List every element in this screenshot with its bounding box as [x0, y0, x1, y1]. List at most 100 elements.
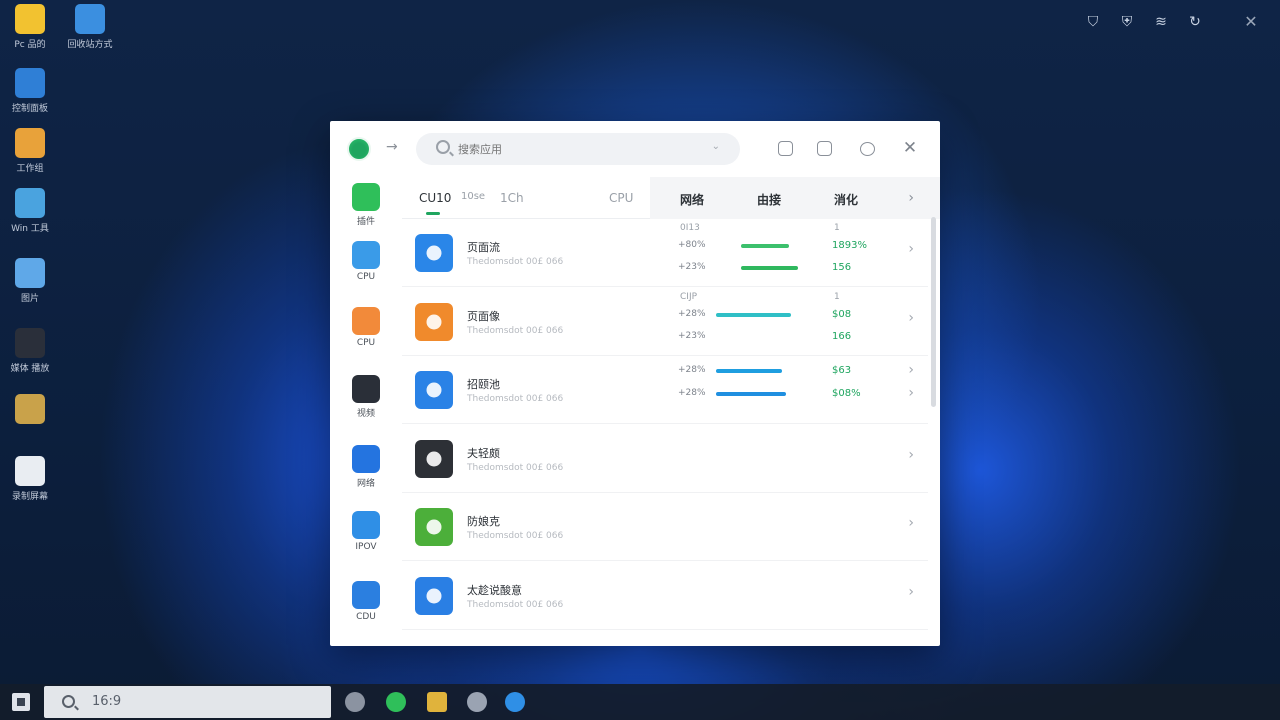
back-arrow-icon[interactable]: → — [386, 139, 398, 155]
clock-icon[interactable] — [467, 692, 487, 712]
chevron-right-icon[interactable]: › — [908, 190, 914, 206]
tab-cpu[interactable]: CPU — [609, 191, 633, 205]
desktop-icon[interactable]: Win 工具 — [0, 188, 60, 234]
stat-header-count: 1 — [834, 223, 840, 233]
sidebar-item-label: CDU — [356, 612, 376, 622]
browser-icon[interactable] — [505, 692, 525, 712]
stat-value: $08 — [832, 308, 852, 320]
chevron-right-icon[interactable]: › — [908, 310, 914, 326]
app-glyph-icon — [426, 451, 442, 466]
photos-icon[interactable] — [427, 692, 447, 712]
app-name: 页面流 — [467, 241, 500, 254]
start-button[interactable] — [12, 693, 30, 711]
column-network[interactable]: 网络 — [680, 191, 704, 208]
sidebar-item[interactable]: IPOV — [346, 511, 386, 552]
sidebar-item[interactable]: 视频 — [346, 375, 386, 419]
car-icon — [352, 445, 380, 473]
column-connect[interactable]: 由接 — [757, 191, 781, 208]
desktop-app-icon — [15, 4, 45, 34]
app-name: 太趁说酸意 — [467, 583, 522, 597]
search-icon — [436, 140, 450, 154]
desktop-icon[interactable]: 回收站方式 — [60, 4, 120, 50]
chevron-right-icon[interactable]: › — [908, 515, 914, 531]
app-subtitle: Thedomsdot 00£ 066 — [467, 599, 564, 610]
shield-check-icon[interactable]: ⛨ — [1118, 14, 1136, 30]
stat-percent: +28% — [678, 308, 706, 319]
sidebar-item[interactable]: 插件 — [346, 183, 386, 227]
desktop-app-icon — [15, 258, 45, 288]
app-icon — [415, 234, 453, 272]
stat-value: 156 — [832, 262, 852, 273]
chevron-right-icon[interactable]: › — [908, 584, 914, 600]
stat-header-label: CIJP — [680, 291, 698, 302]
close-icon[interactable]: ✕ — [1242, 12, 1260, 31]
stat-percent: +23% — [678, 262, 706, 272]
tab-10se[interactable]: 10se — [461, 191, 485, 202]
folder-icon — [352, 241, 380, 269]
list-item[interactable]: 招颐池 Thedomsdot 00£ 066 +28% $63 › +28% $08% › — [402, 356, 928, 424]
desktop-icon[interactable]: 控制面板 — [0, 68, 60, 114]
maximize-box-icon[interactable] — [817, 141, 832, 156]
sidebar-item[interactable]: CPU — [346, 241, 386, 282]
app-glyph-icon — [426, 245, 442, 261]
app-icon — [415, 508, 453, 546]
app-list: 页面流 Thedomsdot 00£ 066 0I13 1 +80% 1893% +23% 1… — [402, 219, 928, 646]
list-item[interactable]: 页面流 Thedomsdot 00£ 066 0I13 1 +80% 1893% +23% 1… — [402, 219, 928, 287]
desktop-app-icon — [15, 394, 45, 424]
app-icon — [415, 576, 453, 615]
stat-percent: +28% — [678, 365, 706, 375]
taskbar-search-text: 16:9 — [92, 694, 122, 709]
chevron-right-icon[interactable]: › — [908, 447, 914, 463]
desktop-icon-label: 录制屏幕 — [11, 492, 48, 502]
stat-value: 166 — [832, 330, 852, 342]
dropdown-icon[interactable]: ⌄ — [712, 141, 720, 152]
list-item[interactable]: 防娘克 Thedomsdot 00£ 066 › — [402, 493, 928, 561]
list-item[interactable]: 夫轻颇 Thedomsdot 00£ 066 › — [402, 425, 928, 493]
desktop-icon-label: 工作组 — [16, 164, 44, 174]
close-window-icon[interactable]: ✕ — [901, 139, 919, 157]
shield-icon[interactable]: ⛉ — [1084, 14, 1102, 30]
tab-1ch[interactable]: 1Ch — [500, 191, 524, 205]
title-bar: → ⌄ ✕ — [330, 121, 940, 177]
stat-percent: +23% — [678, 330, 706, 341]
sidebar-item[interactable]: CDU — [346, 581, 386, 622]
desktop-icon[interactable]: 工作组 — [0, 128, 60, 174]
chat-icon[interactable] — [860, 142, 875, 156]
minimize-box-icon[interactable] — [778, 141, 793, 156]
search-bar[interactable]: ⌄ — [416, 133, 740, 165]
app-name: 招颐池 — [467, 378, 500, 391]
desktop-icon[interactable] — [0, 394, 60, 427]
app-icon — [415, 439, 453, 478]
desktop-icon[interactable]: 录制屏幕 — [0, 456, 60, 502]
list-item[interactable]: 太趁说酸意 Thedomsdot 00£ 066 › — [402, 562, 928, 630]
sidebar-item[interactable]: CPU — [346, 307, 386, 348]
desktop-icon[interactable]: Pc 品的 — [0, 4, 60, 50]
app-name: 防娘克 — [467, 515, 500, 528]
tree-icon — [352, 183, 380, 211]
app-window: → ⌄ ✕ 插件CPUCPU视频网络IPOVCDU CU10 10se 1Ch … — [330, 121, 940, 646]
app-icon — [415, 302, 453, 341]
chevron-right-icon[interactable]: › — [908, 362, 914, 378]
chevron-right-icon[interactable]: › — [908, 241, 914, 257]
taskbar-search[interactable]: 16:9 — [44, 686, 331, 718]
wifi-icon[interactable]: ≋ — [1152, 14, 1170, 30]
list-item[interactable]: 页面像 Thedomsdot 00£ 066 CIJP 1 +28% $08 +23% 166… — [402, 288, 928, 356]
desktop-icon[interactable]: 媒体 播放 — [0, 328, 60, 374]
sync-icon[interactable]: ↻ — [1186, 14, 1204, 30]
app-name: 页面像 — [467, 309, 500, 323]
sidebar-item[interactable]: 网络 — [346, 445, 386, 489]
scrollbar[interactable] — [931, 217, 936, 407]
column-consume[interactable]: 消化 — [834, 191, 858, 208]
desktop-icon[interactable]: 图片 — [0, 258, 60, 304]
sidebar-item-label: 网络 — [356, 479, 375, 489]
wechat-icon[interactable] — [386, 692, 406, 712]
sidebar: 插件 CPU CPU 视频网络 IPOV CDU — [330, 177, 402, 646]
desktop-app-icon — [15, 188, 45, 218]
app-glyph-icon — [426, 519, 442, 535]
disc-icon — [352, 581, 380, 609]
settings-icon[interactable] — [345, 692, 365, 712]
search-input[interactable] — [458, 139, 698, 159]
chevron-right-icon[interactable]: › — [908, 385, 914, 401]
stat-value: $63 — [832, 365, 852, 376]
tab-cu10[interactable]: CU10 — [419, 191, 451, 205]
